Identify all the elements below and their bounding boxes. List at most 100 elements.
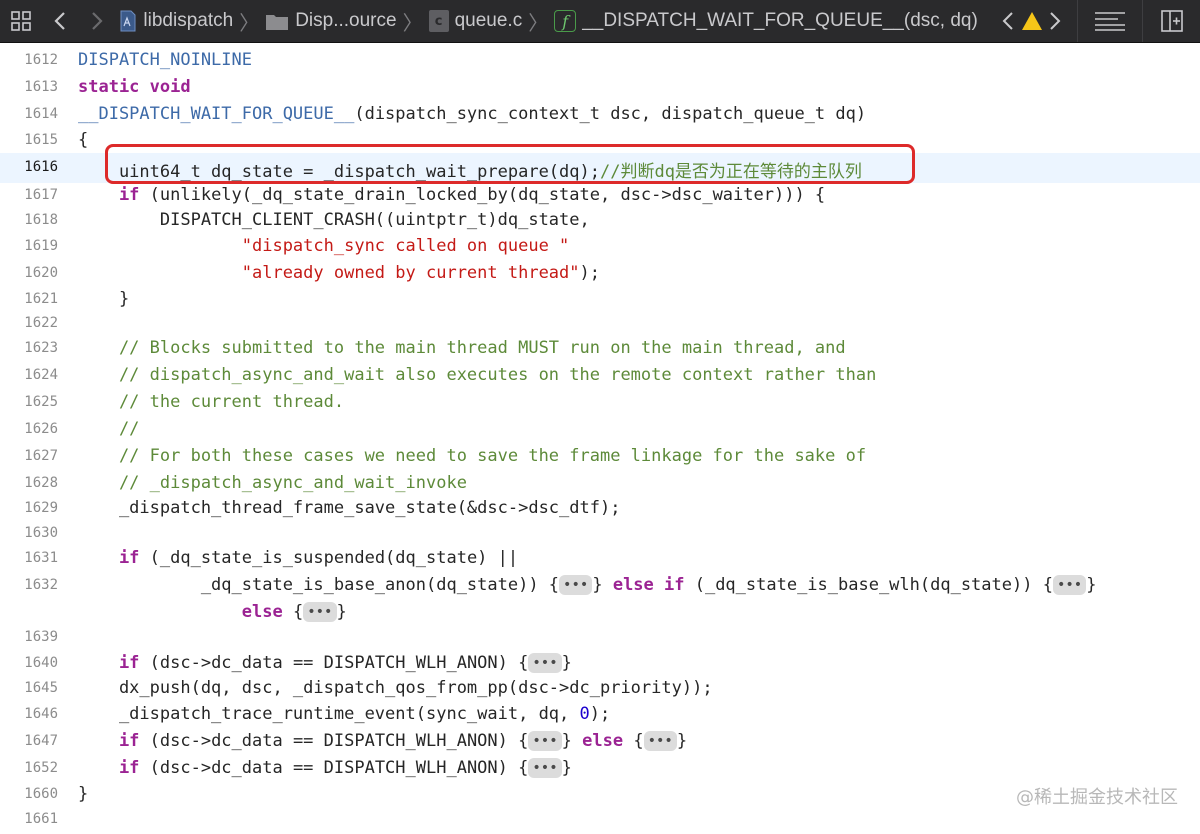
code-line: 1640 if (dsc->dc_data == DISPATCH_WLH_AN…: [0, 651, 1200, 678]
folded-code-button[interactable]: •••: [643, 731, 677, 751]
token-plain: (dsc->dc_data == DISPATCH_WLH_ANON) {: [139, 758, 529, 778]
function-glyph: f: [562, 11, 569, 31]
line-number: 1620: [24, 265, 58, 281]
token-comment: // dispatch_async_and_wait also executes…: [78, 365, 877, 385]
breadcrumb-separator-icon: 〉: [239, 12, 260, 35]
code-line: 1614 __DISPATCH_WAIT_FOR_QUEUE__(dispatc…: [0, 102, 1200, 129]
line-number: 1619: [24, 238, 58, 254]
breadcrumb-folder-label: Disp...ource: [295, 10, 397, 31]
token-plain: _dispatch_trace_runtime_event(sync_wait,…: [78, 704, 580, 724]
folded-code-button[interactable]: •••: [528, 653, 562, 673]
code-text: // dispatch_async_and_wait also executes…: [78, 365, 876, 385]
code-text: // the current thread.: [78, 392, 344, 412]
forward-button[interactable]: [79, 0, 116, 42]
token-plain: );: [589, 704, 611, 724]
code-text: else {•••}: [78, 602, 347, 622]
code-line: 1631 if (_dq_state_is_suspended(dq_state…: [0, 546, 1200, 573]
breadcrumb-folder[interactable]: Disp...ource: [265, 0, 397, 42]
code-line: 1652 if (dsc->dc_data == DISPATCH_WLH_AN…: [0, 756, 1200, 783]
code-text: if (dsc->dc_data == DISPATCH_WLH_ANON) {…: [78, 758, 572, 778]
split-editor-icon: [1160, 10, 1183, 32]
code-text: "already owned by current thread");: [78, 263, 600, 283]
breadcrumb-separator-icon: 〉: [528, 12, 549, 35]
code-text: _dispatch_trace_runtime_event(sync_wait,…: [78, 704, 610, 724]
editor-options-button[interactable]: [1078, 0, 1142, 42]
line-number: 1640: [24, 655, 58, 671]
project-icon: [119, 10, 137, 32]
warning-icon: [1021, 12, 1042, 30]
code-text: if (_dq_state_is_suspended(dq_state) ||: [78, 548, 518, 568]
editor-toolbar: libdispatch 〉 Disp...ource 〉 c queue.c 〉…: [0, 0, 1200, 43]
code-line: 1639: [0, 625, 1200, 652]
token-keyword: if: [78, 653, 140, 673]
line-number: 1616: [24, 159, 58, 175]
folded-code-button[interactable]: •••: [1052, 575, 1087, 595]
folded-code-button[interactable]: •••: [303, 602, 337, 622]
code-line: 1645 dx_push(dq, dsc, _dispatch_qos_from…: [0, 676, 1200, 703]
breadcrumb-function[interactable]: f __DISPATCH_WAIT_FOR_QUEUE__(dsc, dq): [554, 0, 978, 42]
next-issue-button[interactable]: [1043, 0, 1067, 42]
code-text: __DISPATCH_WAIT_FOR_QUEUE__(dispatch_syn…: [78, 104, 866, 124]
breadcrumb-project[interactable]: libdispatch: [119, 0, 233, 42]
warning-indicator[interactable]: [1020, 0, 1044, 42]
code-line: 1624 // dispatch_async_and_wait also exe…: [0, 363, 1200, 390]
code-text: _dispatch_thread_frame_save_state(&dsc->…: [78, 498, 621, 518]
line-number: 1639: [24, 629, 58, 645]
token-plain: (_dq_state_is_base_wlh(dq_state)) {: [684, 575, 1053, 595]
line-number: 1627: [24, 448, 58, 464]
annotation-highlight-box: [105, 144, 915, 184]
chevron-right-icon: [92, 12, 103, 30]
token-plain: }: [561, 731, 583, 751]
c-file-glyph: c: [434, 13, 443, 29]
line-number: 1618: [24, 212, 58, 228]
code-text: // Blocks submitted to the main thread M…: [78, 338, 846, 358]
back-button[interactable]: [42, 0, 79, 42]
folded-code-button[interactable]: •••: [559, 575, 593, 595]
code-text: // _dispatch_async_and_wait_invoke: [78, 473, 467, 493]
breadcrumb-file-label: queue.c: [454, 10, 523, 31]
chevron-left-icon: [54, 12, 66, 30]
code-text: {: [78, 130, 88, 150]
token-plain: }: [561, 758, 572, 778]
grid-icon: [11, 11, 31, 31]
folded-code-button[interactable]: •••: [528, 758, 562, 778]
token-plain: }: [561, 653, 572, 673]
code-line: 1628 // _dispatch_async_and_wait_invoke: [0, 471, 1200, 498]
previous-issue-button[interactable]: [996, 0, 1020, 42]
line-number: 1615: [24, 132, 58, 148]
token-plain: (dsc->dc_data == DISPATCH_WLH_ANON) {: [139, 653, 529, 673]
token-comment: // For both these cases we need to save …: [78, 446, 867, 466]
token-comment: // _dispatch_async_and_wait_invoke: [78, 473, 467, 493]
line-number: 1613: [24, 79, 58, 95]
token-plain: {: [78, 130, 89, 150]
line-number: 1624: [24, 367, 58, 383]
line-number: 1617: [24, 187, 58, 203]
line-number: 1631: [24, 550, 58, 566]
breadcrumb-file[interactable]: c queue.c: [428, 0, 523, 42]
line-number: 1625: [24, 394, 58, 410]
code-line: 1619 "dispatch_sync called on queue ": [0, 234, 1200, 261]
code-text: // For both these cases we need to save …: [78, 446, 866, 466]
folded-code-button[interactable]: •••: [528, 731, 562, 751]
code-text: if (dsc->dc_data == DISPATCH_WLH_ANON) {…: [78, 653, 572, 673]
code-line: else {•••}: [0, 600, 1200, 627]
token-comment: // Blocks submitted to the main thread M…: [78, 338, 846, 358]
token-plain: }: [336, 602, 347, 622]
line-number: 1652: [24, 760, 58, 776]
code-editor[interactable]: 1612 DISPATCH_NOINLINE 1613 static void …: [0, 43, 1200, 829]
add-editor-button[interactable]: [1143, 0, 1200, 42]
token-plain: _dq_state_is_base_anon(dq_state)) {: [78, 575, 560, 595]
related-items-button[interactable]: [0, 0, 42, 42]
code-text: dx_push(dq, dsc, _dispatch_qos_from_pp(d…: [78, 678, 713, 698]
breadcrumb: libdispatch 〉 Disp...ource 〉 c queue.c 〉…: [119, 0, 978, 42]
line-number: 1647: [24, 733, 58, 749]
token-comment: // the current thread.: [78, 392, 345, 412]
token-keyword: if: [78, 758, 140, 778]
code-line: 1622: [0, 311, 1200, 338]
code-text: //: [78, 419, 139, 439]
token-keyword: if: [78, 185, 140, 205]
code-line: 1612 DISPATCH_NOINLINE: [0, 48, 1200, 75]
token-function-name: __DISPATCH_WAIT_FOR_QUEUE__: [78, 104, 355, 124]
token-plain: (_dq_state_is_suspended(dq_state) ||: [139, 548, 519, 568]
line-number: 1621: [24, 291, 58, 307]
